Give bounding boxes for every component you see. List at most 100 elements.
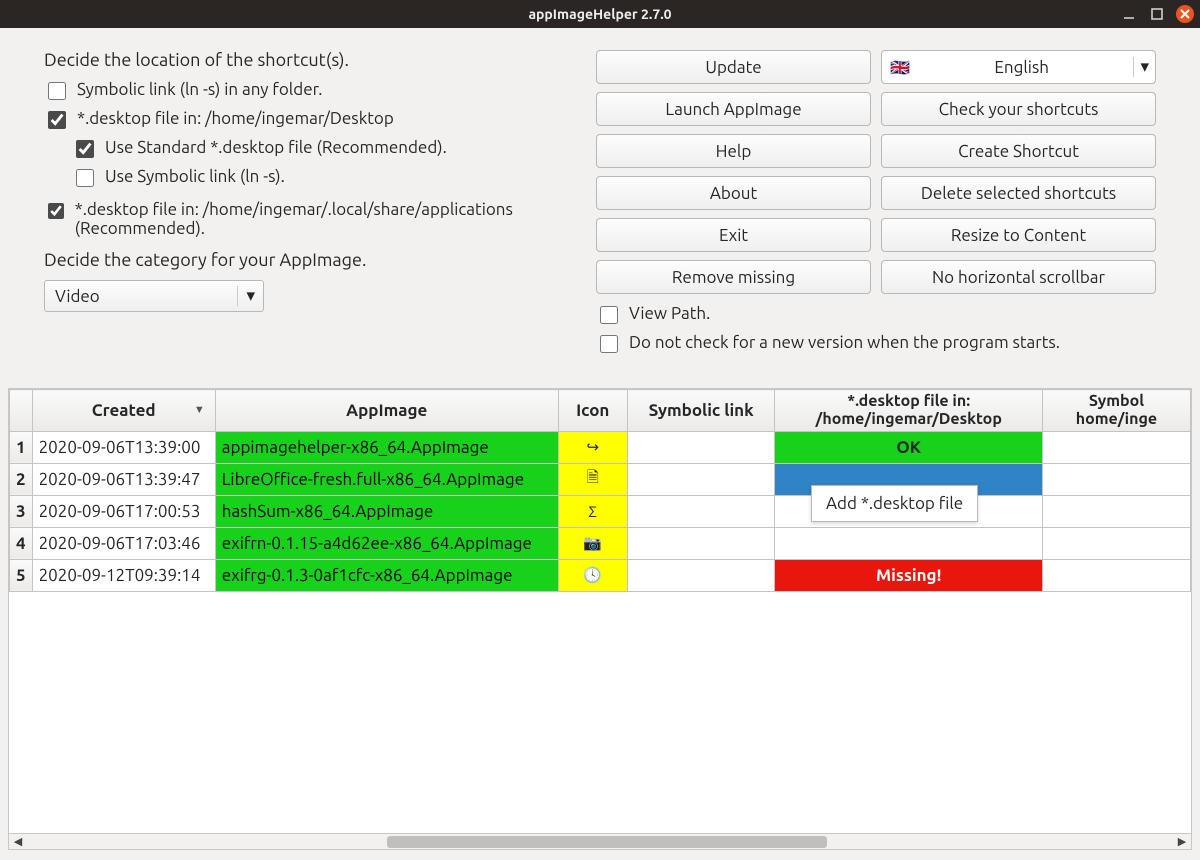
checkbox-input[interactable] xyxy=(48,202,64,220)
cell-appimage[interactable]: exifrn-0.1.15-a4d62ee-x86_64.AppImage xyxy=(215,527,558,559)
header-desktop-file-1[interactable]: *.desktop file in: /home/ingemar/Desktop xyxy=(775,390,1042,432)
checkbox-input[interactable] xyxy=(76,140,94,158)
checkbox-view-path[interactable]: View Path. xyxy=(596,304,1156,327)
table-row[interactable]: 32020-09-06T17:00:53hashSum-x86_64.AppIm… xyxy=(10,495,1191,527)
app-icon: 🗎 xyxy=(587,468,599,485)
cell-desktop-file-2[interactable] xyxy=(1042,495,1190,527)
cell-desktop-file-1[interactable] xyxy=(775,527,1042,559)
checkbox-input[interactable] xyxy=(600,335,618,353)
button-label: Update xyxy=(705,58,761,77)
cell-appimage[interactable]: hashSum-x86_64.AppImage xyxy=(215,495,558,527)
cell-appimage[interactable]: appimagehelper-x86_64.AppImage xyxy=(215,431,558,463)
table-row[interactable]: 22020-09-06T13:39:47LibreOffice-fresh.fu… xyxy=(10,463,1191,495)
checkbox-use-symlink[interactable]: Use Symbolic link (ln -s). xyxy=(72,167,572,190)
cell-created[interactable]: 2020-09-06T17:00:53 xyxy=(32,495,215,527)
appimage-table: Created ▼ AppImage Icon Symbolic link *.… xyxy=(9,389,1191,592)
language-select[interactable]: 🇬🇧 English ▾ xyxy=(881,50,1156,84)
horizontal-scrollbar[interactable]: ◀ ▶ xyxy=(9,833,1191,849)
header-appimage[interactable]: AppImage xyxy=(215,390,558,432)
launch-appimage-button[interactable]: Launch AppImage xyxy=(596,92,871,126)
context-menu-item-add-desktop[interactable]: Add *.desktop file xyxy=(826,494,963,513)
header-symbolic-link[interactable]: Symbolic link xyxy=(627,390,775,432)
check-shortcuts-button[interactable]: Check your shortcuts xyxy=(881,92,1156,126)
cell-symlink[interactable] xyxy=(627,495,775,527)
cell-desktop-file-1[interactable]: OK xyxy=(775,431,1042,463)
about-button[interactable]: About xyxy=(596,176,871,210)
button-label: Delete selected shortcuts xyxy=(921,184,1116,203)
cell-symlink[interactable] xyxy=(627,559,775,591)
cell-symlink[interactable] xyxy=(627,527,775,559)
header-icon[interactable]: Icon xyxy=(558,390,627,432)
cell-symlink[interactable] xyxy=(627,463,775,495)
checkbox-label: Use Symbolic link (ln -s). xyxy=(105,167,285,186)
maximize-button[interactable] xyxy=(1148,5,1166,23)
button-label: About xyxy=(710,184,757,203)
no-hscrollbar-button[interactable]: No horizontal scrollbar xyxy=(881,260,1156,294)
cell-icon[interactable]: Σ xyxy=(558,495,627,527)
scroll-left-icon[interactable]: ◀ xyxy=(11,835,25,848)
cell-desktop-file-2[interactable] xyxy=(1042,431,1190,463)
appimage-table-container[interactable]: Created ▼ AppImage Icon Symbolic link *.… xyxy=(8,388,1192,850)
exit-button[interactable]: Exit xyxy=(596,218,871,252)
cell-created[interactable]: 2020-09-06T13:39:47 xyxy=(32,463,215,495)
category-value: Video xyxy=(55,287,100,306)
checkbox-symlink-anyfolder[interactable]: Symbolic link (ln -s) in any folder. xyxy=(44,80,572,103)
cell-created[interactable]: 2020-09-06T13:39:00 xyxy=(32,431,215,463)
cell-created[interactable]: 2020-09-06T17:03:46 xyxy=(32,527,215,559)
checkbox-desktop-file[interactable]: *.desktop file in: /home/ingemar/Desktop xyxy=(44,109,572,132)
scrollbar-thumb[interactable] xyxy=(387,836,827,848)
update-button[interactable]: Update xyxy=(596,50,871,84)
cell-desktop-file-1[interactable]: Missing! xyxy=(775,559,1042,591)
app-icon: 📷 xyxy=(583,534,602,551)
checkbox-input[interactable] xyxy=(48,111,66,129)
checkbox-no-update-check[interactable]: Do not check for a new version when the … xyxy=(596,333,1156,356)
category-select[interactable]: Video ▾ xyxy=(44,280,264,312)
cell-desktop-file-2[interactable] xyxy=(1042,559,1190,591)
checkbox-input[interactable] xyxy=(600,306,618,324)
remove-missing-button[interactable]: Remove missing xyxy=(596,260,871,294)
minimize-button[interactable] xyxy=(1120,5,1138,23)
right-checkboxes: View Path. Do not check for a new versio… xyxy=(596,304,1156,356)
button-label: Resize to Content xyxy=(951,226,1086,245)
checkbox-label: Use Standard *.desktop file (Recommended… xyxy=(105,138,447,157)
cell-appimage[interactable]: LibreOffice-fresh.full-x86_64.AppImage xyxy=(215,463,558,495)
checkbox-local-applications[interactable]: *.desktop file in: /home/ingemar/.local/… xyxy=(44,200,572,238)
cell-appimage[interactable]: exifrg-0.1.3-0af1cfc-x86_64.AppImage xyxy=(215,559,558,591)
scroll-right-icon[interactable]: ▶ xyxy=(1175,835,1189,848)
create-shortcut-button[interactable]: Create Shortcut xyxy=(881,134,1156,168)
cell-desktop-file-2[interactable] xyxy=(1042,527,1190,559)
table-header-row: Created ▼ AppImage Icon Symbolic link *.… xyxy=(10,390,1191,432)
row-number: 3 xyxy=(10,495,33,527)
help-button[interactable]: Help xyxy=(596,134,871,168)
cell-icon[interactable]: 🕓 xyxy=(558,559,627,591)
app-icon: 🕓 xyxy=(583,566,602,583)
header-label: Created xyxy=(92,401,156,420)
language-label: English xyxy=(918,58,1126,77)
cell-icon[interactable]: 🗎 xyxy=(558,463,627,495)
checkbox-input[interactable] xyxy=(48,82,66,100)
checkbox-use-standard[interactable]: Use Standard *.desktop file (Recommended… xyxy=(72,138,572,161)
close-button[interactable] xyxy=(1176,5,1194,23)
checkbox-label: Do not check for a new version when the … xyxy=(629,333,1060,352)
window-controls xyxy=(1120,0,1194,28)
checkbox-input[interactable] xyxy=(76,169,94,187)
chevron-down-icon: ▾ xyxy=(1133,57,1149,77)
resize-content-button[interactable]: Resize to Content xyxy=(881,218,1156,252)
cell-symlink[interactable] xyxy=(627,431,775,463)
header-label: Symbol home/inge xyxy=(1076,392,1157,428)
table-row[interactable]: 42020-09-06T17:03:46exifrn-0.1.15-a4d62e… xyxy=(10,527,1191,559)
row-number: 1 xyxy=(10,431,33,463)
delete-shortcuts-button[interactable]: Delete selected shortcuts xyxy=(881,176,1156,210)
left-column: Decide the location of the shortcut(s). … xyxy=(44,50,572,362)
main-content: Decide the location of the shortcut(s). … xyxy=(0,28,1200,362)
cell-created[interactable]: 2020-09-12T09:39:14 xyxy=(32,559,215,591)
header-desktop-file-2[interactable]: Symbol home/inge xyxy=(1042,390,1190,432)
button-label: No horizontal scrollbar xyxy=(932,268,1105,287)
header-label: AppImage xyxy=(346,401,427,420)
cell-icon[interactable]: ↪ xyxy=(558,431,627,463)
cell-desktop-file-2[interactable] xyxy=(1042,463,1190,495)
cell-icon[interactable]: 📷 xyxy=(558,527,627,559)
table-row[interactable]: 12020-09-06T13:39:00appimagehelper-x86_6… xyxy=(10,431,1191,463)
table-row[interactable]: 52020-09-12T09:39:14exifrg-0.1.3-0af1cfc… xyxy=(10,559,1191,591)
header-created[interactable]: Created ▼ xyxy=(32,390,215,432)
